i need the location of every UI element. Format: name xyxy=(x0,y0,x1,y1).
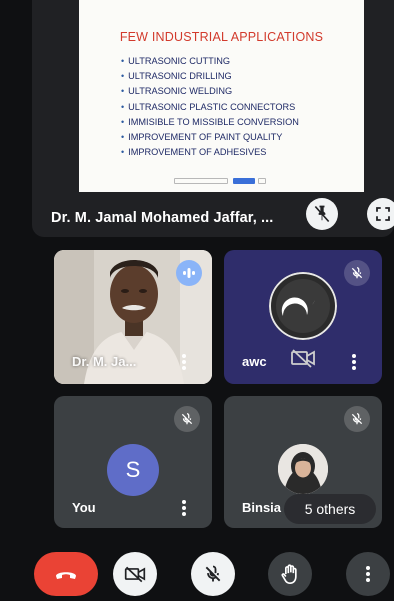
slide-footer-field xyxy=(174,178,228,184)
avatar xyxy=(278,444,328,494)
pin-off-icon xyxy=(314,205,330,223)
call-controls-bar xyxy=(0,540,394,601)
camera-off-icon xyxy=(291,349,315,368)
more-vert-icon xyxy=(366,566,370,582)
avatar: S xyxy=(107,444,159,496)
more-vert-icon xyxy=(182,500,186,516)
slide-bullet: IMMISIBLE TO MISSIBLE CONVERSION xyxy=(121,115,299,130)
others-chip[interactable]: 5 others xyxy=(284,494,376,524)
slide-footer-button xyxy=(233,178,255,184)
fullscreen-button[interactable] xyxy=(367,198,394,230)
participant-options-button[interactable] xyxy=(178,352,190,372)
slide-bullet-list: ULTRASONIC CUTTING ULTRASONIC DRILLING U… xyxy=(121,54,299,160)
mic-off-icon xyxy=(181,413,193,425)
slide-footer-box xyxy=(258,178,266,184)
slide-bullet: ULTRASONIC DRILLING xyxy=(121,69,299,84)
slide-bullet: ULTRASONIC WELDING xyxy=(121,84,299,99)
mic-off-icon xyxy=(351,413,363,425)
speaking-indicator xyxy=(176,260,202,286)
fullscreen-icon xyxy=(376,207,390,221)
audio-level-icon xyxy=(183,268,195,278)
raise-hand-button[interactable] xyxy=(268,552,312,596)
avatar-photo xyxy=(278,444,328,494)
muted-indicator xyxy=(344,406,370,432)
participant-options-button[interactable] xyxy=(348,352,360,372)
participant-name: awc xyxy=(242,354,267,369)
mic-off-icon xyxy=(351,267,363,279)
more-options-button[interactable] xyxy=(346,552,390,596)
camera-off-icon xyxy=(124,566,146,583)
presenter-name: Dr. M. Jamal Mohamed Jaffar, ... xyxy=(51,210,274,226)
participant-options-button[interactable] xyxy=(178,498,190,518)
slide-bullet: IMPROVEMENT OF ADHESIVES xyxy=(121,145,299,160)
mic-off-icon xyxy=(205,565,221,582)
slide-bullet: IMPROVEMENT OF PAINT QUALITY xyxy=(121,130,299,145)
more-vert-icon xyxy=(352,354,356,370)
mic-toggle-button[interactable] xyxy=(191,552,235,596)
presentation-tile[interactable]: FEW INDUSTRIAL APPLICATIONS ULTRASONIC C… xyxy=(32,0,394,237)
slide-title: FEW INDUSTRIAL APPLICATIONS xyxy=(119,30,324,44)
muted-indicator xyxy=(344,260,370,286)
slide-footer-controls xyxy=(174,178,304,185)
presentation-slide: FEW INDUSTRIAL APPLICATIONS ULTRASONIC C… xyxy=(79,0,364,192)
end-call-button[interactable] xyxy=(34,552,98,596)
more-vert-icon xyxy=(182,354,186,370)
participant-name: You xyxy=(72,500,96,515)
unpin-button[interactable] xyxy=(306,198,338,230)
slide-bullet: ULTRASONIC PLASTIC CONNECTORS xyxy=(121,100,299,115)
participant-tile[interactable]: S You xyxy=(54,396,212,528)
participant-name: Binsia xyxy=(242,500,282,515)
slide-bullet: ULTRASONIC CUTTING xyxy=(121,54,299,69)
participant-tile[interactable]: awc xyxy=(224,250,382,384)
participant-name: Dr. M. Ja... xyxy=(72,354,137,369)
raise-hand-icon xyxy=(281,564,297,584)
obs-logo xyxy=(269,272,337,340)
camera-toggle-button[interactable] xyxy=(113,552,157,596)
phone-hangup-icon xyxy=(56,572,76,579)
participant-tile[interactable]: Dr. M. Ja... xyxy=(54,250,212,384)
muted-indicator xyxy=(174,406,200,432)
